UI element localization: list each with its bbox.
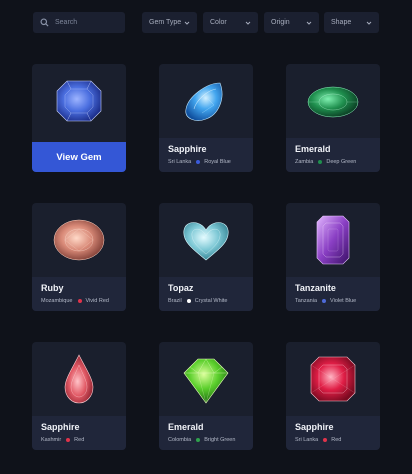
gem-info: Emerald Colombia Bright Green (159, 416, 253, 450)
gem-card[interactable]: Topaz Brazil Crystal White (159, 203, 253, 311)
search-input[interactable]: Search (33, 12, 125, 33)
gem-origin: Brazil (168, 298, 182, 304)
gem-image (286, 203, 380, 277)
pear-sapphire-icon (185, 82, 223, 121)
search-placeholder: Search (55, 19, 78, 26)
gem-name: Topaz (168, 283, 194, 293)
gem-image (32, 342, 126, 416)
color-dot (77, 299, 82, 303)
radiant-ruby-icon (310, 356, 356, 402)
gem-name: Emerald (168, 422, 204, 432)
color-dot (318, 160, 323, 164)
gem-name: Sapphire (41, 422, 80, 432)
filter-gem-type[interactable]: Gem Type (142, 12, 197, 33)
gem-card[interactable]: Emerald Colombia Bright Green (159, 342, 253, 450)
filter-shape[interactable]: Shape (324, 12, 379, 33)
gem-card-featured[interactable]: View Gem (32, 64, 126, 172)
gem-meta: Sri Lanka Royal Blue (168, 159, 244, 165)
gem-meta: Kashmir Red (41, 437, 117, 443)
gem-image (32, 64, 126, 138)
gem-name: Emerald (295, 144, 331, 154)
gem-info: Emerald Zambia Deep Green (286, 138, 380, 172)
gem-color-name: Red (74, 437, 85, 443)
gem-origin: Sri Lanka (168, 159, 192, 165)
gem-card[interactable]: Sapphire Sri Lanka Royal Blue (159, 64, 253, 172)
gem-color-name: Violet Blue (330, 298, 357, 304)
color-dot (196, 160, 201, 164)
gem-name: Ruby (41, 283, 64, 293)
gem-meta: Zambia Deep Green (295, 159, 371, 165)
gem-card[interactable]: Emerald Zambia Deep Green (286, 64, 380, 172)
gem-meta: Brazil Crystal White (168, 298, 244, 304)
filter-color-label: Color (210, 19, 227, 26)
gem-card[interactable]: Sapphire Kashmir Red (32, 342, 126, 450)
color-dot (323, 438, 328, 442)
pear-sapphire-pink-icon (64, 354, 94, 404)
gem-color-name: Crystal White (194, 298, 228, 304)
gem-name: Sapphire (168, 144, 207, 154)
gem-color-name: Bright Green (204, 437, 236, 443)
round-emerald-icon (183, 358, 229, 404)
gem-meta: Colombia Bright Green (168, 437, 244, 443)
view-gem-button[interactable]: View Gem (32, 142, 126, 172)
filter-bar: Search Gem Type Color Origin Shape (33, 12, 381, 33)
gem-origin: Zambia (295, 159, 314, 165)
filter-origin[interactable]: Origin (264, 12, 319, 33)
gem-image (286, 342, 380, 416)
gem-meta: Mozambique Vivid Red (41, 298, 117, 304)
chevron-down-icon (366, 21, 372, 25)
gem-image (32, 203, 126, 277)
color-dot (322, 299, 327, 303)
gem-color-name: Royal Blue (204, 159, 231, 165)
gem-color-name: Deep Green (326, 159, 357, 165)
filter-color[interactable]: Color (203, 12, 258, 33)
search-icon (40, 18, 49, 27)
filter-shape-label: Shape (331, 19, 352, 26)
gem-color-name: Red (331, 437, 342, 443)
emerald-cut-tanzanite-icon (316, 215, 350, 265)
heart-topaz-icon (183, 222, 229, 261)
gem-name: Sapphire (295, 422, 334, 432)
gem-info: Topaz Brazil Crystal White (159, 277, 253, 311)
oval-ruby-icon (53, 219, 105, 261)
filter-origin-label: Origin (271, 19, 290, 26)
gem-info: Ruby Mozambique Vivid Red (32, 277, 126, 311)
gem-meta: Sri Lanka Red (295, 437, 371, 443)
gem-origin: Colombia (168, 437, 192, 443)
gem-name: Tanzanite (295, 283, 336, 293)
gem-meta: Tanzania Violet Blue (295, 298, 371, 304)
chevron-down-icon (245, 21, 251, 25)
color-dot (196, 438, 201, 442)
gem-info: Sapphire Kashmir Red (32, 416, 126, 450)
gem-image (159, 203, 253, 277)
gem-info: Sapphire Sri Lanka Royal Blue (159, 138, 253, 172)
gem-origin: Tanzania (295, 298, 318, 304)
gem-origin: Sri Lanka (295, 437, 319, 443)
chevron-down-icon (306, 21, 312, 25)
gem-origin: Kashmir (41, 437, 62, 443)
gem-origin: Mozambique (41, 298, 73, 304)
color-dot (186, 299, 191, 303)
gem-image (286, 64, 380, 138)
gem-info: Sapphire Sri Lanka Red (286, 416, 380, 450)
gem-image (159, 342, 253, 416)
gem-card[interactable]: Ruby Mozambique Vivid Red (32, 203, 126, 311)
gem-color-name: Vivid Red (85, 298, 109, 304)
gem-info: Tanzanite Tanzania Violet Blue (286, 277, 380, 311)
color-dot (66, 438, 71, 442)
oval-emerald-icon (307, 86, 359, 118)
gem-image (159, 64, 253, 138)
chevron-down-icon (184, 21, 190, 25)
gem-card[interactable]: Sapphire Sri Lanka Red (286, 342, 380, 450)
gem-card[interactable]: Tanzanite Tanzania Violet Blue (286, 203, 380, 311)
cushion-sapphire-icon (56, 80, 102, 122)
filter-gem-type-label: Gem Type (149, 19, 182, 26)
